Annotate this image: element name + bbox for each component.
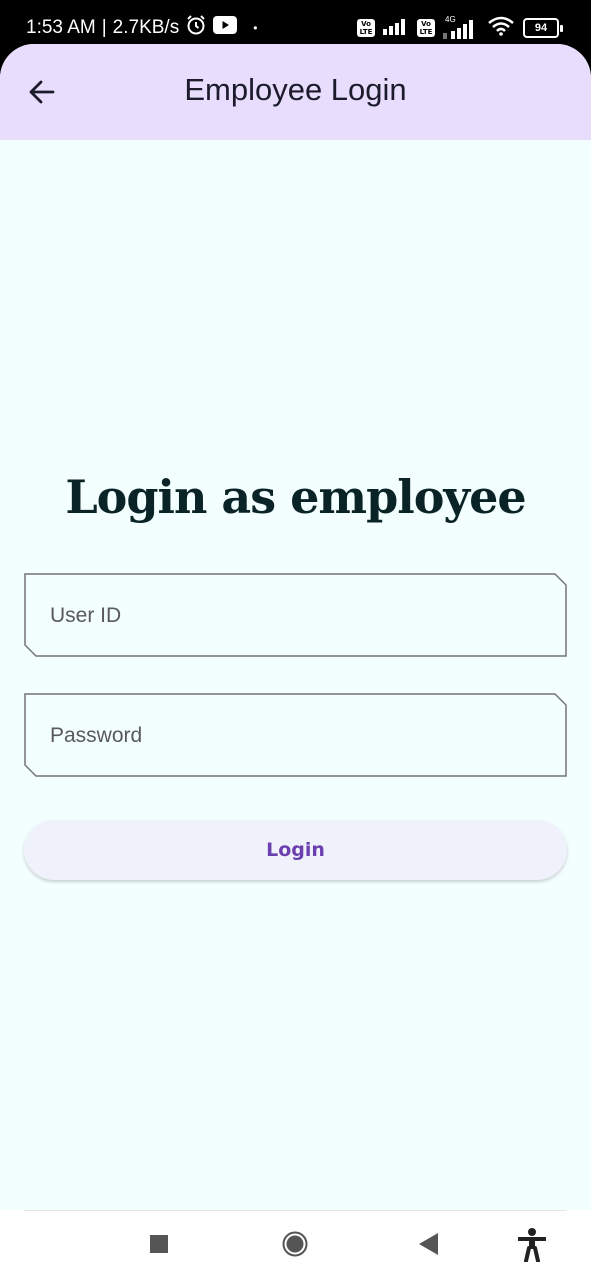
app-surface: Employee Login Login as employee Login [0, 44, 591, 1210]
volte-icon: Vo LTE [357, 19, 375, 37]
status-separator: | [101, 17, 107, 38]
status-left: 1:53 AM | 2.7KB/s • [26, 15, 257, 41]
login-button[interactable]: Login [24, 820, 567, 880]
user-id-input[interactable] [48, 573, 552, 659]
alarm-icon [185, 14, 207, 42]
notification-dot: • [253, 21, 258, 35]
volte-icon-2: Vo LTE [417, 18, 435, 38]
password-input[interactable] [48, 693, 552, 779]
user-id-field[interactable] [24, 573, 567, 659]
youtube-icon [213, 16, 238, 40]
signal-4g-icon: 4G [443, 15, 479, 39]
page-heading: Login as employee [65, 470, 526, 524]
navigation-bar [0, 1210, 591, 1280]
app-bar-title: Employee Login [184, 72, 407, 107]
wifi-icon [487, 16, 515, 40]
recents-square-icon[interactable] [150, 1235, 168, 1257]
clock: 1:53 AM [26, 17, 96, 38]
app-bar: Employee Login [0, 44, 591, 140]
home-circle-icon[interactable] [282, 1231, 308, 1261]
back-triangle-icon[interactable] [419, 1233, 439, 1259]
password-field[interactable] [24, 693, 567, 779]
nav-divider [24, 1210, 567, 1211]
status-right: Vo LTE Vo LTE 4G 94 [357, 14, 563, 42]
network-speed: 2.7KB/s [112, 17, 180, 38]
signal-icon [383, 17, 409, 39]
battery-icon: 94 [523, 18, 563, 38]
accessibility-icon[interactable] [517, 1228, 547, 1266]
